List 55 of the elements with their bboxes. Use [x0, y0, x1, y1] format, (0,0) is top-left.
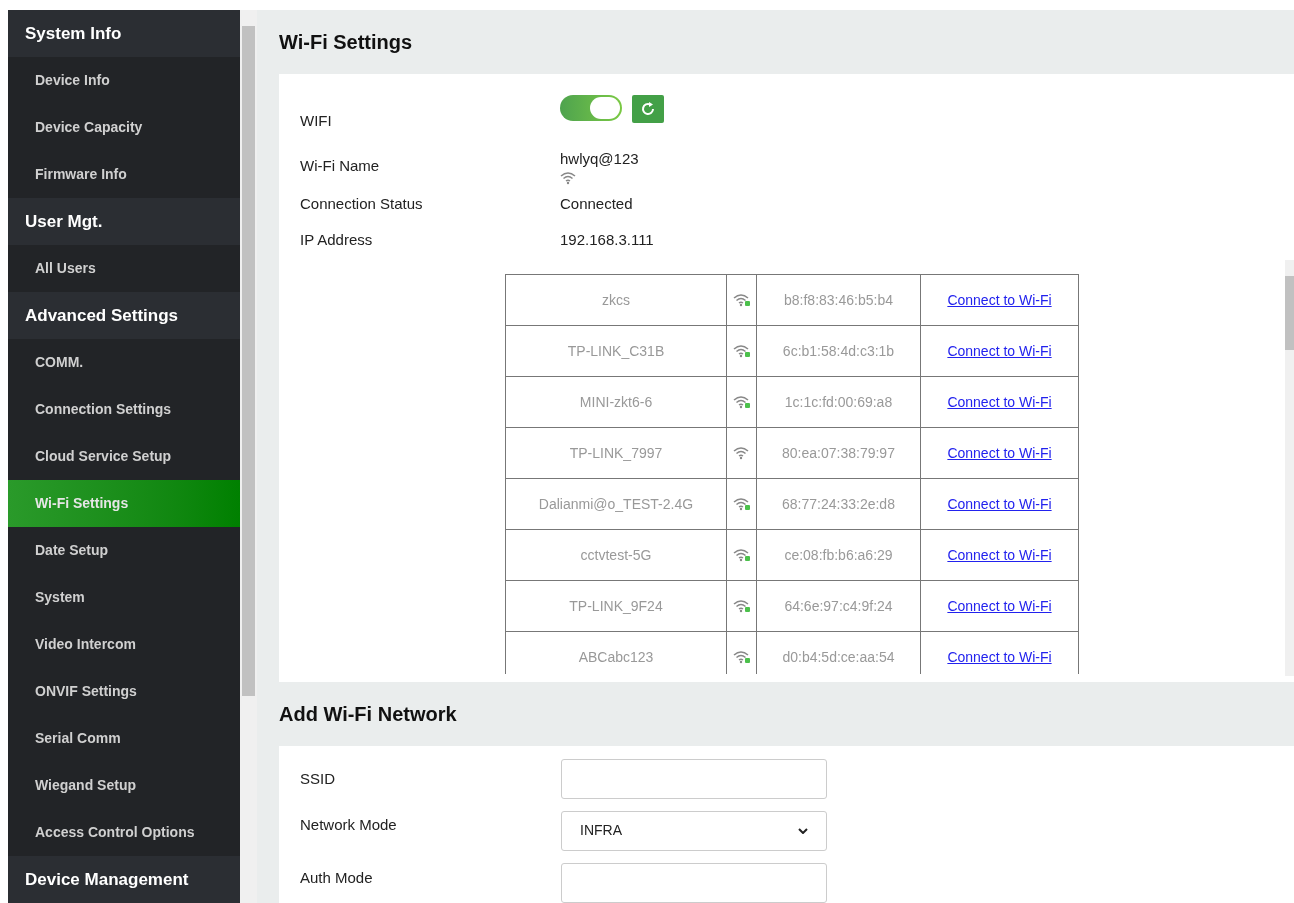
- sidebar-item[interactable]: All Users: [8, 245, 240, 292]
- refresh-button[interactable]: [632, 95, 664, 124]
- table-cell: 6c:b1:58:4d:c3:1b: [756, 325, 921, 377]
- sidebar-item[interactable]: Device Capacity: [8, 104, 240, 151]
- sidebar-item[interactable]: ONVIF Settings: [8, 668, 240, 715]
- sidebar-item[interactable]: Cloud Service Setup: [8, 433, 240, 480]
- table-cell: b8:f8:83:46:b5:b4: [756, 274, 921, 326]
- sidebar-item[interactable]: Video Intercom: [8, 621, 240, 668]
- sidebar-group-title[interactable]: User Mgt.: [8, 198, 240, 245]
- table-cell: TP-LINK_7997: [505, 427, 727, 479]
- table-cell: zkcs: [505, 274, 727, 326]
- table-cell: MINI-zkt6-6: [505, 376, 727, 428]
- sidebar-item[interactable]: Device Info: [8, 57, 240, 104]
- table-cell: TP-LINK_9F24: [505, 580, 727, 632]
- field-label: SSID: [300, 768, 336, 789]
- field-label: IP Address: [300, 229, 374, 250]
- sidebar-item[interactable]: Connection Settings: [8, 386, 240, 433]
- refresh-icon: [640, 101, 656, 118]
- sidebar-group-title[interactable]: Device Management: [8, 856, 240, 903]
- sidebar-item[interactable]: Serial Comm: [8, 715, 240, 762]
- field-label: Wi-Fi Name: [300, 156, 381, 177]
- wifi-toggle[interactable]: [560, 95, 622, 122]
- table-cell: cctvtest-5G: [505, 529, 727, 581]
- sidebar-item[interactable]: Access Control Options: [8, 809, 240, 856]
- table-cell: Dalianmi@o_TEST-2.4G: [505, 478, 727, 530]
- sidebar-item[interactable]: Firmware Info: [8, 151, 240, 198]
- field-value: 192.168.3.111: [560, 229, 654, 250]
- table-cell: 80:ea:07:38:79:97: [756, 427, 921, 479]
- field-label: Connection Status: [300, 193, 424, 214]
- sidebar-item[interactable]: Wiegand Setup: [8, 762, 240, 809]
- field-value: Connected: [560, 193, 633, 214]
- field-value: hwlyq@123: [560, 149, 639, 170]
- ssid-field[interactable]: [561, 759, 827, 799]
- table-cell: 68:77:24:33:2e:d8: [756, 478, 921, 530]
- sidebar-group-title[interactable]: System Info: [8, 10, 240, 57]
- table-scrollbar[interactable]: [1285, 260, 1294, 677]
- table-cell: ABCabc123: [505, 631, 727, 675]
- sidebar-scrollbar[interactable]: [240, 10, 257, 903]
- table-cell: TP-LINK_C31B: [505, 325, 727, 377]
- network-mode-select[interactable]: INFRA: [561, 811, 827, 851]
- table-cell: 64:6e:97:c4:9f:24: [756, 580, 921, 632]
- sidebar-item[interactable]: COMM.: [8, 339, 240, 386]
- chevron-down-icon: [798, 828, 808, 834]
- section-title: Add Wi-Fi Network: [279, 701, 458, 727]
- auth-mode-select[interactable]: [561, 863, 827, 903]
- wifi-icon: [560, 170, 578, 185]
- sidebar-group-title[interactable]: Advanced Settings: [8, 292, 240, 339]
- field-label: WIFI: [300, 110, 333, 131]
- table-cell: ce:08:fb:b6:a6:29: [756, 529, 921, 581]
- field-label: Auth Mode: [300, 868, 374, 888]
- table-cell: 1c:1c:fd:00:69:a8: [756, 376, 921, 428]
- field-label: Network Mode: [300, 814, 398, 835]
- section-title: Wi-Fi Settings: [279, 30, 414, 55]
- sidebar-item[interactable]: Date Setup: [8, 527, 240, 574]
- sidebar-item[interactable]: System: [8, 574, 240, 621]
